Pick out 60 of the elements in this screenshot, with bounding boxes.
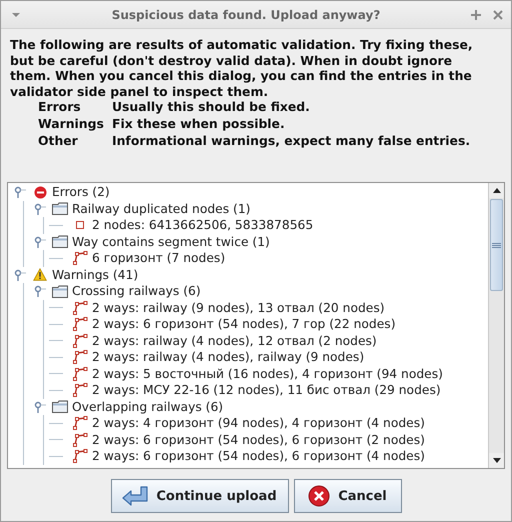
node-icon	[76, 221, 84, 230]
way-icon	[72, 317, 88, 332]
tree-handle-icon[interactable]	[34, 202, 46, 215]
tree-item-label[interactable]: 2 ways: 4 горизонт (94 nodes), 4 горизонт (4 nodes)	[92, 416, 425, 430]
folder-icon	[52, 400, 68, 414]
scrollbar[interactable]	[488, 183, 504, 468]
tree-item-label[interactable]: Overlapping railways (6)	[72, 400, 224, 414]
tree-item-label[interactable]: 2 ways: 5 восточный (16 nodes), 4 горизонт (94 nodes)	[92, 366, 443, 381]
tree-item-label[interactable]: Warnings (41)	[52, 268, 138, 282]
error-icon	[34, 186, 46, 199]
way-icon	[72, 449, 88, 464]
tree-handle-icon[interactable]	[14, 268, 26, 281]
way-icon	[72, 366, 88, 381]
way-icon	[72, 416, 88, 430]
tree-item-label[interactable]: Crossing railways (6)	[72, 284, 201, 298]
way-icon	[72, 350, 88, 364]
tree-item-label[interactable]: 2 ways: 6 горизонт (54 nodes), 6 горизонт (4 nodes)	[92, 449, 425, 464]
folder-icon	[52, 235, 68, 248]
return-arrow-icon	[122, 485, 148, 508]
legend-description: Usually this should be fixed.	[112, 99, 311, 116]
tree-item-label[interactable]: 2 ways: МСУ 22-16 (12 nodes), 11 бис отвал (29 nodes)	[92, 383, 441, 398]
folder-icon	[52, 202, 68, 216]
legend-term: Warnings	[38, 116, 105, 133]
plus-icon[interactable]	[471, 10, 481, 20]
tree-item-label[interactable]: 2 ways: 6 горизонт (54 nodes), 7 гор (22 nodes)	[92, 317, 396, 332]
legend-description: Fix these when possible.	[112, 116, 286, 133]
scroll-thumb[interactable]	[490, 199, 503, 292]
way-icon	[72, 432, 88, 447]
tree-item-label[interactable]: Way contains segment twice (1)	[72, 234, 270, 249]
tree-item-label[interactable]: 2 ways: railway (4 nodes), 12 отвал (2 nodes)	[92, 334, 377, 348]
tree-handle-icon[interactable]	[34, 400, 46, 413]
close-icon[interactable]	[493, 10, 503, 20]
cancel-button[interactable]: Cancel	[294, 479, 402, 514]
way-icon	[72, 383, 88, 398]
continue-upload-button[interactable]: Continue upload	[110, 479, 288, 514]
way-icon	[72, 251, 88, 266]
way-icon	[72, 334, 88, 348]
tree-item-label[interactable]: 2 ways: railway (4 nodes), railway (9 nodes)	[92, 350, 364, 364]
tree-item-label[interactable]: Railway duplicated nodes (1)	[72, 202, 250, 216]
legend-description: Informational warnings, expect many false entries.	[112, 132, 470, 150]
tree-item-label[interactable]: 2 ways: railway (9 nodes), 13 отвал (20 nodes)	[92, 300, 385, 315]
warning-icon	[33, 268, 47, 282]
folder-icon	[52, 284, 68, 298]
tree-handle-icon[interactable]	[14, 186, 26, 198]
tree-handle-icon[interactable]	[34, 236, 46, 248]
tree-item-label[interactable]: 6 горизонт (7 nodes)	[92, 251, 226, 266]
way-icon	[72, 300, 88, 315]
grip-icon	[492, 242, 501, 248]
message-text: The following are results of automatic validation. Try fixing these, but be careful (don't destroy valid data). When in doubt ignore them. When you cancel this dialog, you can find the entries in the validator side panel to inspect them.	[10, 37, 474, 100]
window-menu-icon[interactable]	[11, 12, 21, 18]
tree-item-label[interactable]: Errors (2)	[52, 185, 110, 200]
tree-handle-icon[interactable]	[34, 285, 46, 298]
cancel-icon	[308, 485, 330, 508]
tree-item-label[interactable]: 2 nodes: 6413662506, 5833878565	[92, 218, 314, 232]
tree-item-label[interactable]: 2 ways: 6 горизонт (54 nodes), 6 горизонт (2 nodes)	[92, 432, 425, 447]
window-title: Suspicious data found. Upload anyway?	[110, 8, 382, 22]
legend-term: Errors	[38, 99, 82, 116]
scroll-up-icon[interactable]	[492, 188, 500, 194]
scroll-down-icon[interactable]	[492, 458, 500, 464]
legend-term: Other	[38, 132, 79, 150]
